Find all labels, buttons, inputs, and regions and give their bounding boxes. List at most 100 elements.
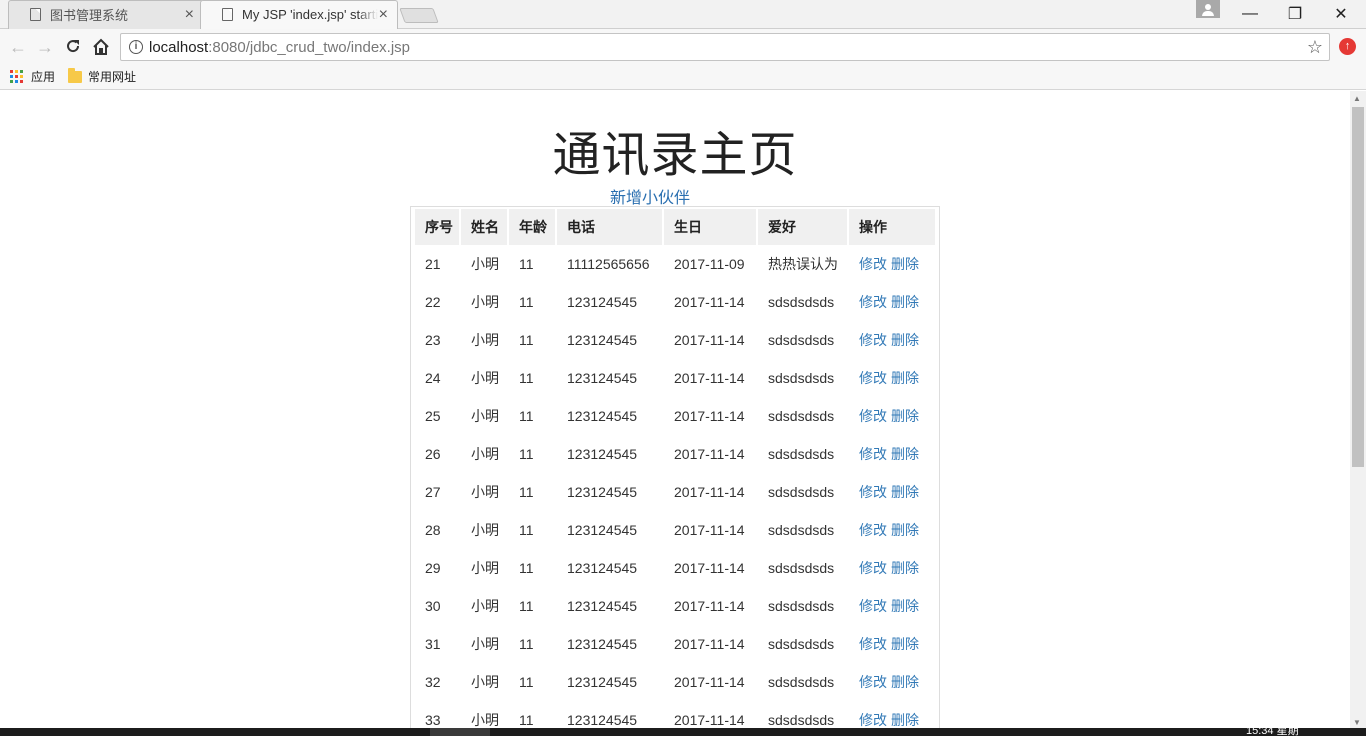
bookmark-apps[interactable]: 应用	[10, 68, 55, 85]
extension-icon[interactable]: ↑	[1339, 38, 1356, 55]
close-icon[interactable]: ×	[185, 6, 194, 23]
bookmark-star-icon[interactable]: ☆	[1307, 37, 1323, 58]
delete-link[interactable]: 删除	[891, 560, 919, 576]
cell-id: 25	[425, 408, 441, 424]
cell-phone: 123124545	[567, 560, 638, 576]
cell-birthday: 2017-11-14	[674, 484, 745, 500]
bookmark-folder[interactable]: 常用网址	[68, 67, 136, 85]
delete-link[interactable]: 删除	[891, 370, 919, 386]
table-header-row: 序号 姓名 年龄 电话 生日 爱好 操作	[415, 209, 935, 245]
add-contact-link[interactable]: 新增小伙伴	[0, 184, 1300, 208]
apps-grid-icon	[10, 70, 23, 83]
cell-phone: 123124545	[567, 332, 638, 348]
delete-link[interactable]: 删除	[891, 408, 919, 424]
table-row: 28 小明 11 123124545 2017-11-14 sdsdsdsds 修改 删除	[415, 511, 935, 549]
cell-name: 小明	[471, 256, 499, 272]
window-close-button[interactable]: ✕	[1318, 0, 1364, 28]
cell-actions: 修改 删除	[849, 245, 935, 283]
cell-actions: 修改 删除	[849, 587, 935, 625]
address-bar[interactable]: i localhost:8080/jdbc_crud_two/index.jsp…	[120, 33, 1330, 61]
cell-actions: 修改 删除	[849, 625, 935, 663]
cell-name: 小明	[471, 484, 499, 500]
column-header: 姓名	[461, 209, 507, 245]
delete-link[interactable]: 删除	[891, 674, 919, 690]
bookmarks-bar: 应用 常用网址	[0, 65, 1366, 90]
column-header: 电话	[557, 209, 662, 245]
url-text: localhost:8080/jdbc_crud_two/index.jsp	[149, 39, 410, 56]
edit-link[interactable]: 修改	[859, 446, 887, 462]
cell-name: 小明	[471, 598, 499, 614]
scroll-down-arrow-icon[interactable]: ▼	[1353, 718, 1361, 727]
cell-name: 小明	[471, 332, 499, 348]
cell-id: 30	[425, 598, 441, 614]
page-scrollbar[interactable]: ▲ ▼	[1350, 91, 1366, 728]
edit-link[interactable]: 修改	[859, 674, 887, 690]
table-body: 21 小明 11 11112565656 2017-11-09 热热误认为 修改 删除 22 小明…	[415, 245, 935, 728]
cell-id: 26	[425, 446, 441, 462]
delete-link[interactable]: 删除	[891, 256, 919, 272]
cell-actions: 修改 删除	[849, 663, 935, 701]
table-row: 26 小明 11 123124545 2017-11-14 sdsdsdsds 修改 删除	[415, 435, 935, 473]
restore-button[interactable]: ❐	[1272, 0, 1318, 28]
delete-link[interactable]: 删除	[891, 294, 919, 310]
cell-age: 11	[519, 294, 534, 310]
scroll-thumb[interactable]	[1352, 107, 1364, 467]
home-icon[interactable]	[91, 37, 111, 57]
table-row: 23 小明 11 123124545 2017-11-14 sdsdsdsds 修改 删除	[415, 321, 935, 359]
cell-phone: 123124545	[567, 484, 638, 500]
delete-link[interactable]: 删除	[891, 598, 919, 614]
edit-link[interactable]: 修改	[859, 370, 887, 386]
edit-link[interactable]: 修改	[859, 636, 887, 652]
delete-link[interactable]: 删除	[891, 636, 919, 652]
cell-actions: 修改 删除	[849, 511, 935, 549]
cell-hobby: sdsdsdsds	[768, 408, 835, 424]
delete-link[interactable]: 删除	[891, 522, 919, 538]
cell-actions: 修改 删除	[849, 397, 935, 435]
cell-birthday: 2017-11-14	[674, 712, 745, 728]
edit-link[interactable]: 修改	[859, 332, 887, 348]
cell-actions: 修改 删除	[849, 321, 935, 359]
minimize-button[interactable]: —	[1227, 0, 1273, 28]
taskbar-active-app[interactable]	[430, 728, 490, 736]
close-icon[interactable]: ×	[379, 6, 388, 23]
cell-age: 11	[519, 484, 534, 500]
edit-link[interactable]: 修改	[859, 598, 887, 614]
profile-icon[interactable]	[1196, 0, 1220, 18]
cell-birthday: 2017-11-14	[674, 636, 745, 652]
delete-link[interactable]: 删除	[891, 446, 919, 462]
edit-link[interactable]: 修改	[859, 294, 887, 310]
url-host: localhost	[149, 39, 209, 56]
cell-phone: 11112565656	[567, 256, 650, 272]
cell-hobby: sdsdsdsds	[768, 560, 835, 576]
cell-id: 28	[425, 522, 441, 538]
new-tab-button[interactable]	[399, 8, 439, 23]
edit-link[interactable]: 修改	[859, 712, 887, 728]
cell-hobby: sdsdsdsds	[768, 446, 835, 462]
reload-icon[interactable]	[63, 37, 83, 57]
cell-hobby: 热热误认为	[768, 256, 838, 272]
cell-name: 小明	[471, 408, 499, 424]
tab-index-jsp[interactable]: My JSP 'index.jsp' starting page ×	[200, 0, 398, 29]
table-row: 27 小明 11 123124545 2017-11-14 sdsdsdsds 修改 删除	[415, 473, 935, 511]
tab-book-system[interactable]: 图书管理系统 ×	[8, 0, 204, 29]
delete-link[interactable]: 删除	[891, 712, 919, 728]
column-header: 爱好	[758, 209, 847, 245]
back-arrow-icon[interactable]: ←	[8, 37, 28, 57]
cell-age: 11	[519, 408, 534, 424]
info-icon[interactable]: i	[129, 40, 143, 54]
cell-id: 31	[425, 636, 441, 652]
scroll-up-arrow-icon[interactable]: ▲	[1353, 94, 1361, 103]
delete-link[interactable]: 删除	[891, 484, 919, 500]
edit-link[interactable]: 修改	[859, 560, 887, 576]
edit-link[interactable]: 修改	[859, 484, 887, 500]
cell-birthday: 2017-11-14	[674, 408, 745, 424]
cell-phone: 123124545	[567, 712, 638, 728]
edit-link[interactable]: 修改	[859, 256, 887, 272]
delete-link[interactable]: 删除	[891, 332, 919, 348]
table-row: 21 小明 11 11112565656 2017-11-09 热热误认为 修改 删除	[415, 245, 935, 283]
edit-link[interactable]: 修改	[859, 522, 887, 538]
edit-link[interactable]: 修改	[859, 408, 887, 424]
cell-id: 27	[425, 484, 441, 500]
forward-arrow-icon[interactable]: →	[35, 37, 55, 57]
cell-id: 32	[425, 674, 441, 690]
